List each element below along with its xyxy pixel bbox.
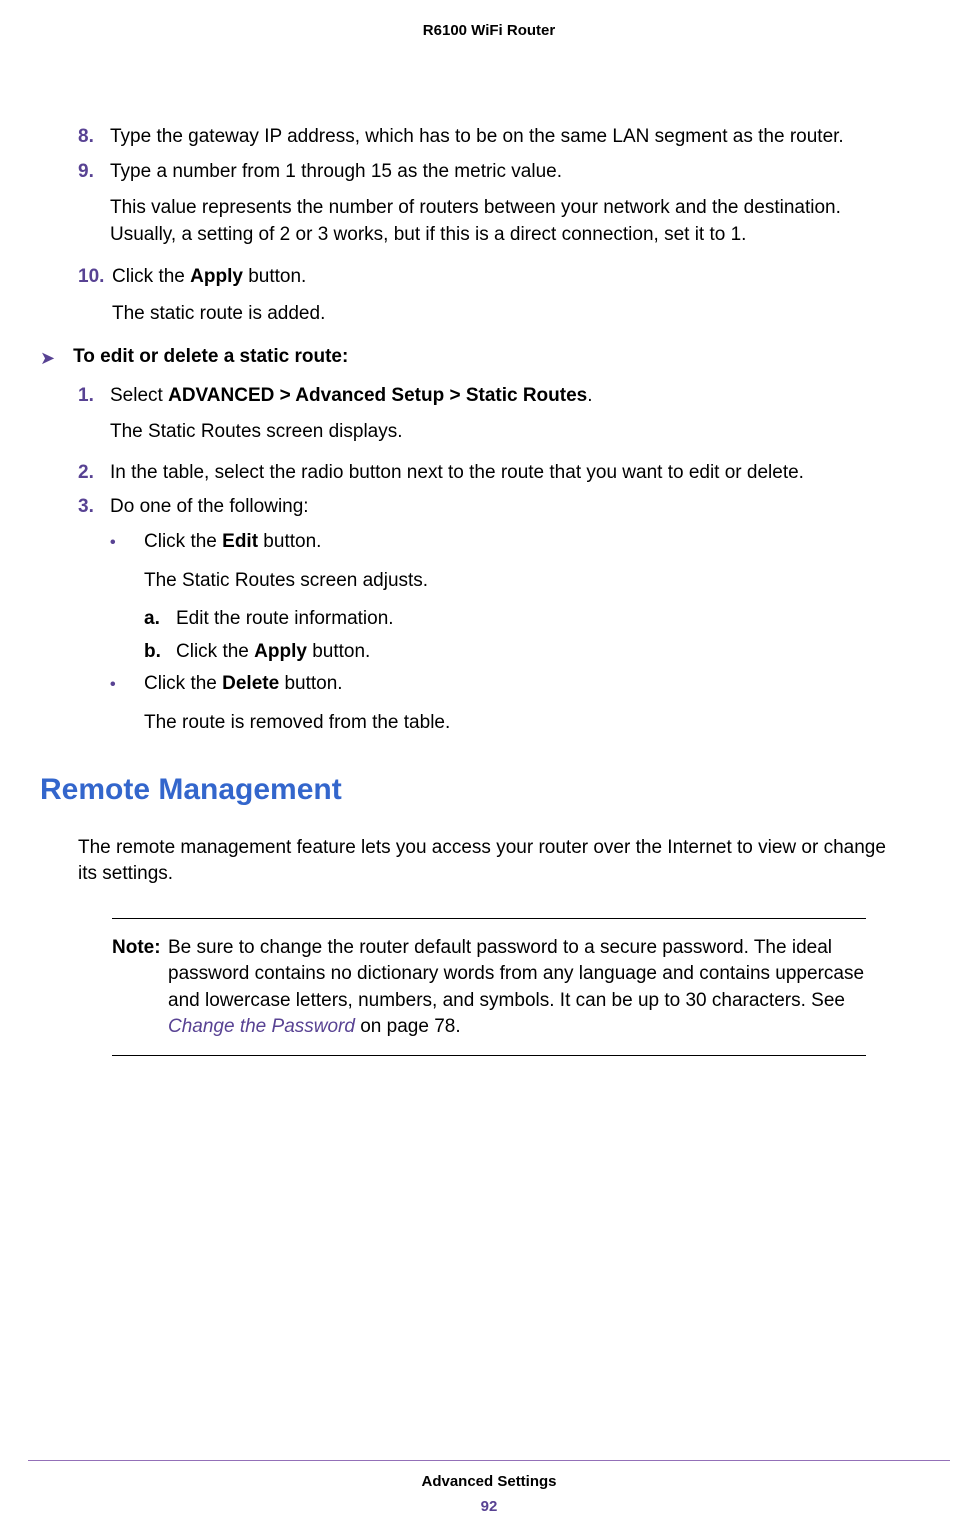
bullet-icon: •: [110, 674, 144, 698]
step-b1: 1. Select ADVANCED > Advanced Setup > St…: [78, 383, 900, 446]
step-text: Do one of the following:: [110, 494, 900, 521]
note-body: Be sure to change the router default pas…: [168, 935, 866, 1041]
step-number: 10.: [78, 264, 112, 327]
page-footer: Advanced Settings 92: [0, 1460, 978, 1515]
letter-label: b.: [144, 639, 176, 666]
bullet-delete: • Click the Delete button.: [110, 671, 900, 698]
note-box: Note: Be sure to change the router defau…: [112, 918, 866, 1056]
step-number: 3.: [78, 494, 110, 521]
bullet-edit: • Click the Edit button.: [110, 529, 900, 556]
page-header: R6100 WiFi Router: [0, 0, 978, 39]
step-number: 9.: [78, 159, 110, 249]
step-number: 8.: [78, 124, 110, 151]
bullet-pre: Click the: [144, 531, 222, 552]
footer-divider: [28, 1460, 950, 1461]
step-paragraph: This value represents the number of rout…: [110, 195, 900, 248]
step-b2: 2. In the table, select the radio button…: [78, 460, 900, 487]
step-text-bold: ADVANCED > Advanced Setup > Static Route…: [168, 385, 587, 406]
note-text-post: on page 78.: [355, 1016, 461, 1037]
letter-pre: Click the: [176, 641, 254, 662]
step-8: 8. Type the gateway IP address, which ha…: [78, 124, 900, 151]
step-10: 10. Click the Apply button. The static r…: [78, 264, 900, 327]
step-text: Type the gateway IP address, which has t…: [110, 124, 900, 151]
section-heading: Remote Management: [40, 773, 900, 807]
step-text: In the table, select the radio button ne…: [110, 460, 900, 487]
bullet-body: Click the Delete button.: [144, 671, 343, 698]
step-body: Type a number from 1 through 15 as the m…: [110, 159, 900, 249]
step-text-pre: Click the: [112, 266, 190, 287]
footer-page-number: 92: [0, 1498, 978, 1515]
step-number: 2.: [78, 460, 110, 487]
procedure-heading: ➤ To edit or delete a static route:: [40, 346, 900, 369]
procedure-title: To edit or delete a static route:: [73, 346, 348, 368]
page-content: 8. Type the gateway IP address, which ha…: [0, 39, 978, 1056]
letter-label: a.: [144, 606, 176, 633]
step-text-post: button.: [243, 266, 306, 287]
bullet-bold: Edit: [222, 531, 258, 552]
step-paragraph: The Static Routes screen displays.: [110, 419, 900, 446]
step-number: 1.: [78, 383, 110, 446]
letter-body: Click the Apply button.: [176, 639, 370, 666]
bullet-body: Click the Edit button.: [144, 529, 321, 556]
letter-post: button.: [307, 641, 370, 662]
bullet-icon: •: [110, 532, 144, 556]
bullet-para: The Static Routes screen adjusts.: [144, 568, 900, 595]
bullet-post: button.: [258, 531, 321, 552]
bullet-para: The route is removed from the table.: [144, 710, 900, 737]
step-b: b. Click the Apply button.: [144, 639, 900, 666]
arrow-right-icon: ➤: [40, 348, 55, 369]
step-text-post: .: [587, 385, 592, 406]
bullet-pre: Click the: [144, 673, 222, 694]
note-label: Note:: [112, 935, 168, 1041]
note-link[interactable]: Change the Password: [168, 1016, 355, 1037]
letter-bold: Apply: [254, 641, 307, 662]
bullet-post: button.: [279, 673, 342, 694]
step-9: 9. Type a number from 1 through 15 as th…: [78, 159, 900, 249]
step-text-bold: Apply: [190, 266, 243, 287]
step-paragraph: The static route is added.: [112, 301, 900, 328]
step-body: Click the Apply button. The static route…: [112, 264, 900, 327]
step-text: Type a number from 1 through 15 as the m…: [110, 161, 562, 182]
note-row: Note: Be sure to change the router defau…: [112, 935, 866, 1041]
note-text-pre: Be sure to change the router default pas…: [168, 937, 864, 1011]
bullet-bold: Delete: [222, 673, 279, 694]
step-body: Select ADVANCED > Advanced Setup > Stati…: [110, 383, 900, 446]
step-a: a. Edit the route information.: [144, 606, 900, 633]
letter-text: Edit the route information.: [176, 606, 394, 633]
footer-title: Advanced Settings: [0, 1473, 978, 1490]
section-paragraph: The remote management feature lets you a…: [78, 835, 900, 888]
step-text-pre: Select: [110, 385, 168, 406]
step-b3: 3. Do one of the following:: [78, 494, 900, 521]
